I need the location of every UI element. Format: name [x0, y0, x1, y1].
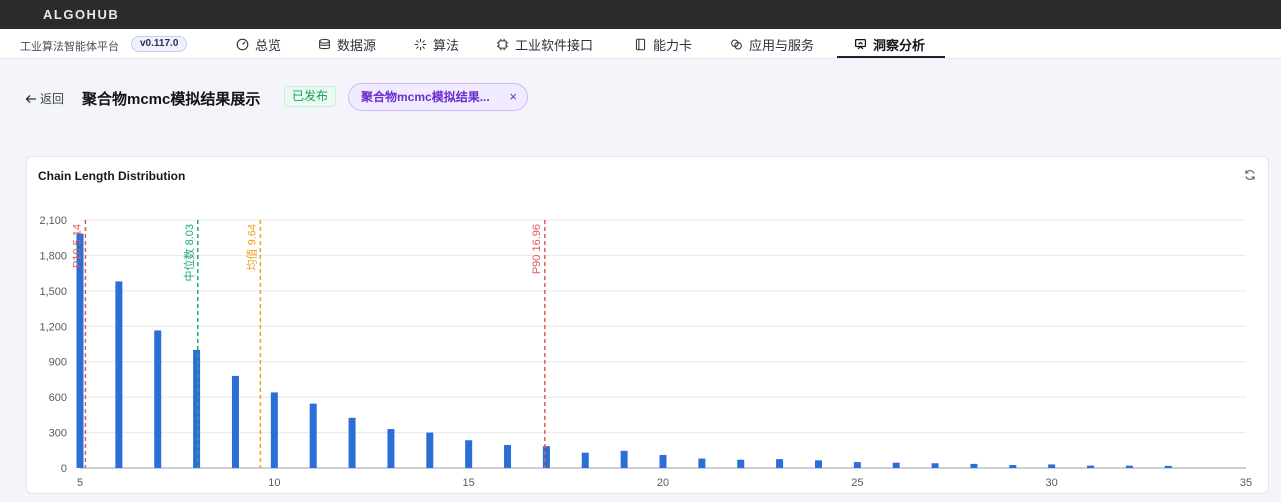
nav-label: 洞察分析	[873, 38, 926, 53]
y-tick-label: 1,200	[39, 321, 67, 333]
reference-line-label: 中位数 8.03	[182, 224, 196, 281]
brand-logo[interactable]: ALGOHUB	[43, 7, 119, 22]
bar	[465, 440, 473, 468]
x-tick-label: 35	[1240, 477, 1252, 489]
y-tick-label: 300	[49, 428, 67, 440]
y-tick-label: 1,500	[39, 286, 67, 298]
y-tick-label: 600	[49, 392, 67, 404]
nav-label: 工业软件接口	[515, 38, 594, 53]
bar	[309, 403, 317, 468]
nav-label: 总览	[255, 38, 282, 53]
nav-datasource[interactable]: 数据源	[318, 35, 376, 54]
bar-chart: 0 300 600 900 1,200 1,500 1,800 2,100 5 10 15 20 25 3…	[39, 215, 1252, 489]
x-tick-label: 25	[851, 477, 863, 489]
close-icon[interactable]: ×	[509, 84, 517, 110]
presentation-icon	[855, 39, 866, 50]
bar	[504, 444, 512, 468]
nav-industrial-software[interactable]: 工业软件接口	[496, 35, 593, 54]
main-nav: 工业算法智能体平台 v0.117.0 总览 数据源 算法 工业软件接口 能力卡 …	[0, 29, 1281, 59]
bar	[1009, 465, 1017, 468]
x-tick-label: 20	[657, 477, 669, 489]
y-tick-label: 2,100	[39, 215, 67, 227]
sparkle-icon	[414, 38, 427, 51]
bar	[776, 459, 784, 468]
result-tag-label: 聚合物mcmc模拟结果...	[361, 90, 490, 104]
bar	[892, 462, 900, 468]
nav-label: 算法	[433, 38, 460, 53]
status-badge: 已发布	[284, 86, 337, 107]
nav-label: 应用与服务	[749, 38, 815, 53]
bar	[1048, 464, 1056, 468]
y-tick-label: 0	[61, 463, 67, 475]
result-tag[interactable]: 聚合物mcmc模拟结果... ×	[348, 83, 528, 111]
nav-capability-card[interactable]: 能力卡	[634, 35, 692, 54]
bar	[931, 463, 939, 468]
bar	[581, 452, 589, 468]
version-badge: v0.117.0	[131, 36, 188, 52]
bar	[737, 459, 745, 468]
bar	[1125, 465, 1133, 468]
chart-card: Chain Length Distribution 0 300 600 900 1,20…	[26, 156, 1269, 494]
page-title: 聚合物mcmc模拟结果展示	[82, 91, 261, 108]
nav-insight-analysis[interactable]: 洞察分析	[854, 35, 925, 54]
bar	[154, 330, 162, 468]
bar	[270, 392, 278, 468]
bar	[970, 463, 978, 468]
y-tick-label: 1,800	[39, 250, 67, 262]
bar	[1087, 465, 1095, 468]
bar	[387, 429, 395, 468]
platform-name: 工业算法智能体平台	[20, 41, 119, 53]
arrow-left-icon	[25, 94, 36, 103]
back-label: 返回	[40, 92, 65, 106]
card-icon	[635, 38, 646, 51]
bar	[853, 462, 861, 468]
top-bar: ALGOHUB	[0, 0, 1281, 29]
x-tick-label: 5	[77, 477, 83, 489]
nav-label: 数据源	[337, 38, 377, 53]
bar	[814, 460, 822, 468]
bar	[542, 446, 550, 468]
bar	[659, 455, 667, 468]
bar	[426, 432, 434, 468]
nav-label: 能力卡	[653, 38, 693, 53]
bar	[193, 349, 201, 468]
link-icon	[731, 39, 742, 50]
bar	[115, 281, 123, 468]
page-header: 返回 聚合物mcmc模拟结果展示 已发布 聚合物mcmc模拟结果... ×	[0, 82, 1281, 112]
dashboard-icon	[236, 38, 249, 51]
bar	[231, 375, 239, 468]
x-tick-label: 30	[1046, 477, 1058, 489]
bar	[698, 458, 706, 468]
x-tick-label: 15	[463, 477, 475, 489]
back-button[interactable]: 返回	[25, 90, 64, 107]
bar	[1164, 465, 1172, 468]
database-icon	[319, 38, 330, 50]
chip-icon	[496, 38, 509, 51]
active-tab-indicator	[837, 56, 945, 58]
nav-overview[interactable]: 总览	[236, 35, 281, 54]
x-tick-label: 10	[268, 477, 280, 489]
reference-line-label: P10 5.14	[71, 224, 83, 268]
reference-line-label: 均值 9.64	[245, 224, 258, 270]
y-tick-label: 900	[49, 357, 67, 369]
reference-line-label: P90 16.96	[531, 224, 543, 274]
nav-apps-services[interactable]: 应用与服务	[730, 35, 814, 54]
bar	[348, 417, 356, 468]
bar	[620, 450, 628, 468]
nav-algorithm[interactable]: 算法	[414, 35, 459, 54]
